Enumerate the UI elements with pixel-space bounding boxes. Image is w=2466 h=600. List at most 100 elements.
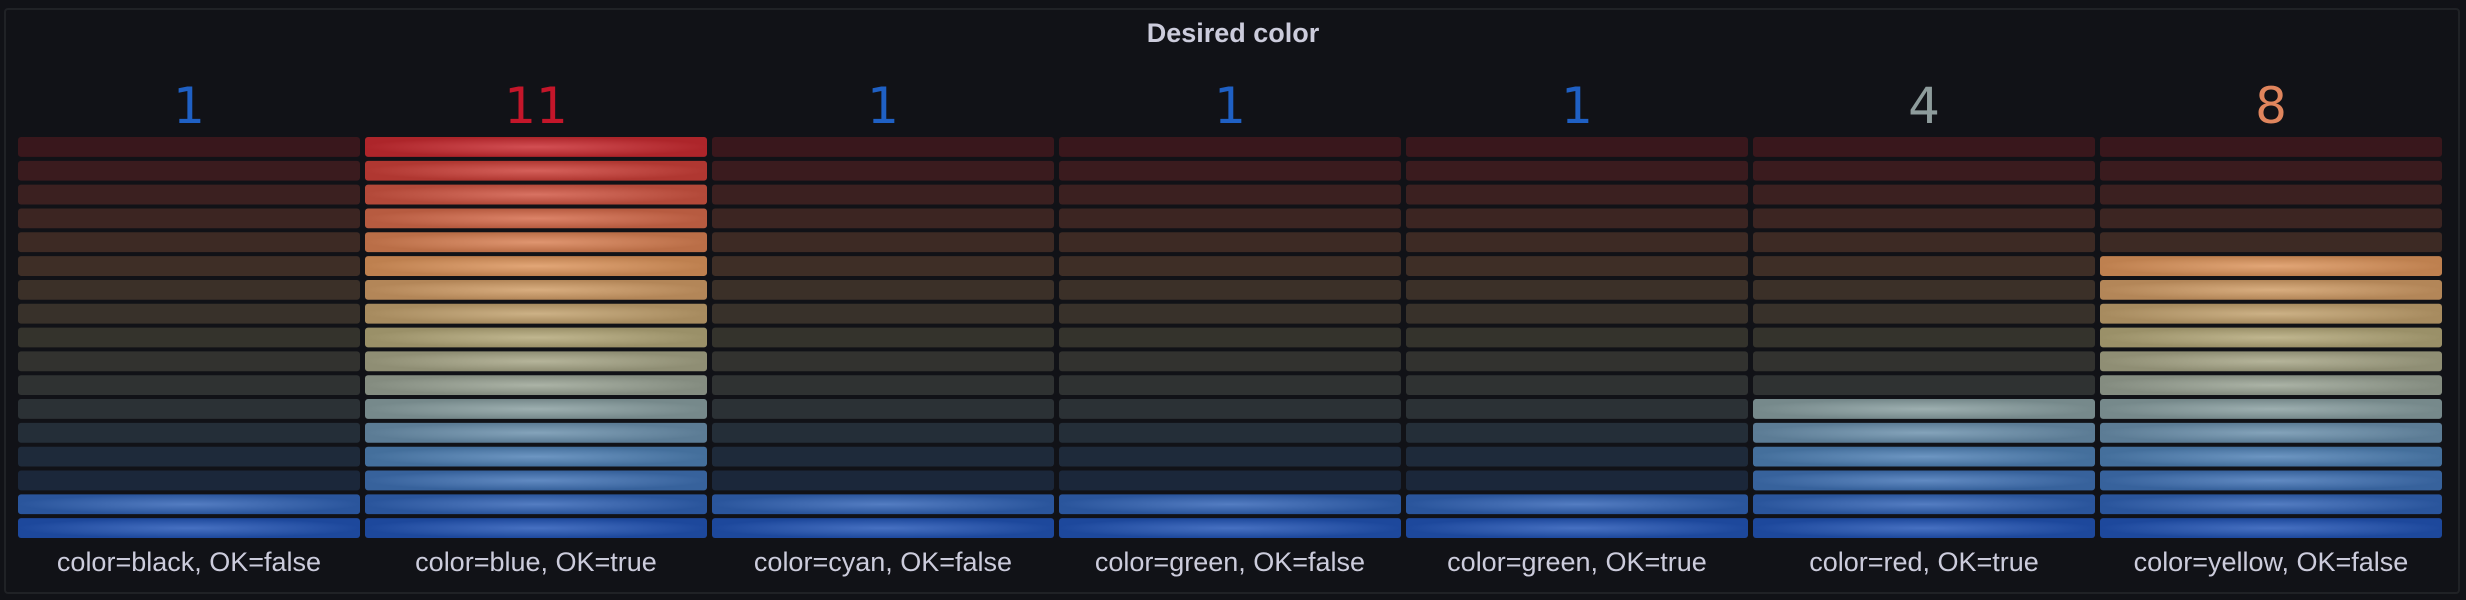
gauge-cell-lit	[365, 256, 707, 276]
gauge-cell-unlit	[18, 446, 360, 467]
gauge-cell-lit	[2100, 303, 2442, 324]
gauge-cell-unlit	[2100, 232, 2442, 253]
gauge-cell-lit	[1753, 494, 2095, 515]
gauge-cell-unlit	[1753, 351, 2095, 372]
gauge-cell-unlit	[1059, 256, 1401, 276]
gauge-cell-lit	[365, 160, 707, 181]
gauge-cell-unlit	[712, 184, 1054, 205]
gauge-cell-lit	[365, 184, 707, 205]
gauge-cell-lit	[2100, 375, 2442, 396]
gauge-cell-lit	[1406, 494, 1748, 515]
gauge-cell-lit	[1753, 446, 2095, 467]
gauge-cell-unlit	[712, 303, 1054, 324]
gauge-cell-unlit	[1059, 446, 1401, 467]
gauge-cell-unlit	[1406, 232, 1748, 253]
gauge-cell-lit	[365, 494, 707, 515]
gauge-cell-unlit	[1059, 375, 1401, 396]
gauge-cell-lit	[365, 422, 707, 443]
gauge-cell-unlit	[18, 470, 360, 491]
gauge-cell-unlit	[1406, 351, 1748, 372]
gauge-cell-unlit	[1059, 279, 1401, 300]
gauge-cell-unlit	[712, 422, 1054, 443]
gauge-cell-unlit	[712, 351, 1054, 372]
gauge-cell-unlit	[18, 327, 360, 348]
gauge-cell-lit	[1753, 470, 2095, 491]
gauge-cell-unlit	[1406, 399, 1748, 419]
gauge-cell-unlit	[712, 279, 1054, 300]
gauge-cell-unlit	[712, 327, 1054, 348]
gauge-cell-lit	[365, 518, 707, 538]
gauge-cell-unlit	[1406, 303, 1748, 324]
gauge-cell-lit	[2100, 422, 2442, 443]
gauge-cell-lit	[2100, 518, 2442, 538]
gauge-cell-unlit	[18, 303, 360, 324]
gauge-cell-lit	[18, 518, 360, 538]
gauge-cell-unlit	[1406, 160, 1748, 181]
gauge-cell-lit	[18, 494, 360, 515]
gauge-cell-lit	[365, 137, 707, 157]
gauge-cell-unlit	[1406, 279, 1748, 300]
gauge-cell-unlit	[1059, 470, 1401, 491]
gauge-cell-lit	[1753, 399, 2095, 419]
gauge-cell-unlit	[18, 422, 360, 443]
gauge-cell-lit	[365, 208, 707, 229]
gauge-cell-unlit	[1406, 470, 1748, 491]
category-label: color=blue, OK=true	[415, 547, 657, 577]
gauge-cell-lit	[365, 327, 707, 348]
gauge-cell-lit	[2100, 470, 2442, 491]
gauge-cell-unlit	[18, 375, 360, 396]
gauge-cell-unlit	[1753, 303, 2095, 324]
gauge-cell-unlit	[1059, 137, 1401, 157]
bar-gauge-chart: 1color=black, OK=false11color=blue, OK=t…	[18, 77, 2442, 577]
gauge-cell-unlit	[2100, 160, 2442, 181]
gauge-cell-lit	[712, 494, 1054, 515]
gauge-cell-unlit	[1753, 232, 2095, 253]
gauge-cell-lit	[365, 303, 707, 324]
gauge-cell-unlit	[1406, 208, 1748, 229]
gauge-cell-lit	[1059, 518, 1401, 538]
value-label: 8	[2255, 77, 2287, 135]
gauge-cell-unlit	[1406, 256, 1748, 276]
gauge-cell-unlit	[1753, 137, 2095, 157]
gauge-cell-unlit	[1059, 232, 1401, 253]
value-label: 11	[504, 77, 568, 135]
value-label: 1	[1214, 77, 1246, 135]
gauge-cell-unlit	[18, 351, 360, 372]
gauge-cell-lit	[365, 470, 707, 491]
gauge-cell-unlit	[1753, 279, 2095, 300]
gauge-cell-unlit	[2100, 137, 2442, 157]
category-label: color=yellow, OK=false	[2134, 547, 2409, 577]
gauge-cell-unlit	[18, 137, 360, 157]
gauge-cell-unlit	[1406, 327, 1748, 348]
gauge-cell-lit	[365, 446, 707, 467]
gauge-cell-lit	[365, 375, 707, 396]
gauge-cell-unlit	[712, 256, 1054, 276]
gauge-cell-unlit	[1406, 184, 1748, 205]
gauge-cell-unlit	[712, 470, 1054, 491]
gauge-cell-lit	[365, 351, 707, 372]
gauge-cell-lit	[2100, 446, 2442, 467]
category-label: color=cyan, OK=false	[754, 547, 1012, 577]
gauge-cell-unlit	[2100, 184, 2442, 205]
gauge-cell-unlit	[1059, 208, 1401, 229]
gauge-cell-lit	[2100, 399, 2442, 419]
gauge-cell-unlit	[1059, 399, 1401, 419]
gauge-cell-unlit	[1753, 184, 2095, 205]
gauge-cell-unlit	[1059, 184, 1401, 205]
gauge-cell-unlit	[1753, 256, 2095, 276]
value-label: 4	[1908, 77, 1940, 135]
gauge-cell-unlit	[1753, 327, 2095, 348]
category-label: color=green, OK=true	[1447, 547, 1707, 577]
gauge-cell-unlit	[1059, 327, 1401, 348]
gauge-cell-lit	[2100, 494, 2442, 515]
gauge-cell-unlit	[1059, 351, 1401, 372]
gauge-cell-unlit	[1059, 422, 1401, 443]
gauge-cell-unlit	[18, 399, 360, 419]
gauge-cell-unlit	[712, 375, 1054, 396]
value-label: 1	[173, 77, 205, 135]
gauge-cell-unlit	[1059, 160, 1401, 181]
gauge-cell-lit	[2100, 327, 2442, 348]
category-label: color=green, OK=false	[1095, 547, 1365, 577]
gauge-cell-lit	[1753, 518, 2095, 538]
gauge-cell-unlit	[1753, 375, 2095, 396]
